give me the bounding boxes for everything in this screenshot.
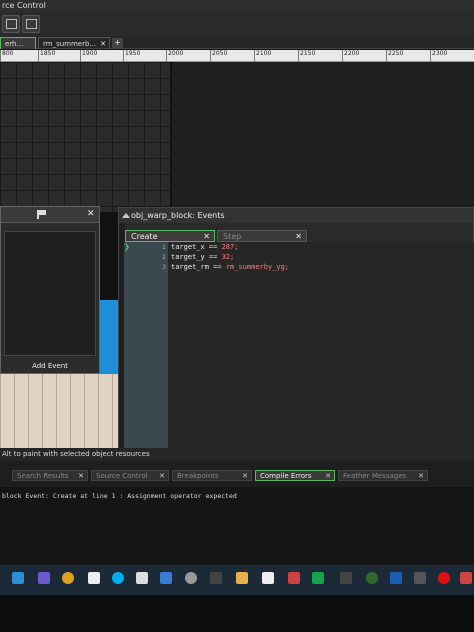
tool-button-2[interactable] [22, 15, 40, 33]
close-icon[interactable]: ✕ [325, 471, 331, 482]
events-window-title: obj_warp_block: Events [119, 208, 473, 223]
file-icon[interactable] [88, 572, 100, 584]
store-icon[interactable] [210, 572, 222, 584]
ruler-label: 2200 [342, 50, 359, 62]
tab-feather-messages[interactable]: Feather Messages ✕ [338, 470, 428, 481]
chrome-icon[interactable] [62, 572, 74, 584]
tab-label: erh... [5, 40, 24, 48]
close-icon[interactable]: ✕ [418, 471, 424, 482]
cd-icon[interactable] [185, 572, 197, 584]
line-number: 3 [162, 264, 166, 271]
room-edge [170, 62, 172, 212]
room-tab-row: erh... rm_summerb... ✕ + [0, 36, 474, 49]
add-event-button[interactable]: Add Event [4, 361, 96, 372]
tab-label: Step [223, 232, 242, 241]
tab-label: rm_summerb... [43, 40, 97, 48]
code-op: == [204, 243, 222, 251]
paint-icon[interactable] [460, 572, 472, 584]
tab-label: Create [131, 232, 158, 241]
tab-room-2[interactable]: rm_summerb... ✕ [38, 37, 110, 49]
teams-icon[interactable] [38, 572, 50, 584]
monitor-bezel [0, 595, 474, 632]
ruler-label: 2100 [254, 50, 271, 62]
ruler-label: 2250 [386, 50, 403, 62]
close-icon[interactable]: ✕ [100, 40, 106, 48]
code-var: target_y [171, 253, 205, 261]
add-tab-button[interactable]: + [112, 38, 123, 48]
ruler-label: 2150 [298, 50, 315, 62]
camera-icon[interactable] [136, 572, 148, 584]
code-editor[interactable] [124, 242, 474, 448]
code-value: 287; [221, 243, 239, 251]
output-tab-row: Search Results ✕ Source Control ✕ Breakpoi… [0, 461, 474, 487]
music-icon[interactable] [414, 572, 426, 584]
opera-icon[interactable] [438, 572, 450, 584]
ruler-label: 2000 [166, 50, 183, 62]
xbox-icon[interactable] [312, 572, 324, 584]
tab-compile-errors[interactable]: Compile Errors ✕ [255, 470, 335, 481]
tab-label: Breakpoints [177, 472, 219, 480]
code-var: target_x [171, 243, 205, 251]
panel-header: ✕ [1, 207, 99, 223]
gamemaker-icon[interactable] [160, 572, 172, 584]
close-icon[interactable]: ✕ [242, 471, 248, 482]
code-line[interactable]: target_y == 32; [171, 253, 234, 261]
code-line[interactable]: target_rm == rm_summerby_yg; [171, 263, 289, 271]
code-value: 32; [221, 253, 235, 261]
monitor-icon [26, 19, 37, 29]
gmail-icon[interactable] [262, 572, 274, 584]
code-op: == [208, 263, 226, 271]
tab-label: Compile Errors [260, 472, 312, 480]
ruler-label: 800 [0, 50, 13, 62]
error-message[interactable]: block Event: Create at line 1 : Assignme… [2, 492, 237, 500]
calc-icon[interactable] [288, 572, 300, 584]
tab-label: Source Control [96, 472, 148, 480]
tab-label: Feather Messages [343, 472, 407, 480]
tab-room-1[interactable]: erh... [0, 37, 36, 49]
folder-icon[interactable] [236, 572, 248, 584]
line-number: 2 [162, 254, 166, 261]
ruler-label: 2300 [430, 50, 447, 62]
line-number: 1 [162, 244, 166, 251]
code-op: == [204, 253, 222, 261]
ruler-label: 1850 [38, 50, 55, 62]
current-line-arrow-icon: ❯ [124, 243, 130, 251]
edge-icon[interactable] [12, 572, 24, 584]
code-var: target_rm [171, 263, 209, 271]
horizontal-ruler: 800 1850 1900 1950 2000 2050 2100 2150 2… [0, 50, 474, 62]
flag-icon[interactable] [37, 210, 46, 219]
event-list[interactable] [4, 231, 96, 356]
ruler-label: 1900 [80, 50, 97, 62]
play-icon [6, 19, 17, 29]
events-title-text: obj_warp_block: Events [131, 211, 225, 220]
onedrive-icon[interactable] [390, 572, 402, 584]
tab-step[interactable]: Step ✕ [217, 230, 307, 242]
tab-breakpoints[interactable]: Breakpoints ✕ [172, 470, 252, 481]
steam-icon[interactable] [366, 572, 378, 584]
toolbar [0, 12, 474, 36]
close-icon[interactable]: ✕ [78, 471, 84, 482]
tile-floor [0, 374, 126, 448]
game-icon[interactable] [340, 572, 352, 584]
ruler-label: 2050 [210, 50, 227, 62]
tab-create[interactable]: Create ✕ [125, 230, 215, 242]
tab-label: Search Results [17, 472, 69, 480]
skype-icon[interactable] [112, 572, 124, 584]
tab-search-results[interactable]: Search Results ✕ [12, 470, 88, 481]
room-grid-canvas[interactable] [0, 62, 170, 212]
code-line[interactable]: target_x == 287; [171, 243, 238, 251]
close-icon[interactable]: ✕ [159, 471, 165, 482]
collapse-icon[interactable] [122, 213, 130, 218]
ruler-label: 1950 [123, 50, 140, 62]
line-number-gutter [124, 242, 168, 448]
status-bar: Alt to paint with selected object resour… [0, 448, 474, 461]
tab-source-control[interactable]: Source Control ✕ [91, 470, 169, 481]
close-icon[interactable]: ✕ [87, 209, 95, 219]
object-events-panel: ✕ Add Event [0, 206, 100, 374]
menu-title[interactable]: rce Control [2, 1, 46, 10]
code-value: rm_summerby_yg; [225, 263, 290, 271]
menu-bar: rce Control [0, 0, 474, 12]
room-outside-area[interactable] [170, 62, 474, 212]
tool-button-1[interactable] [2, 15, 20, 33]
